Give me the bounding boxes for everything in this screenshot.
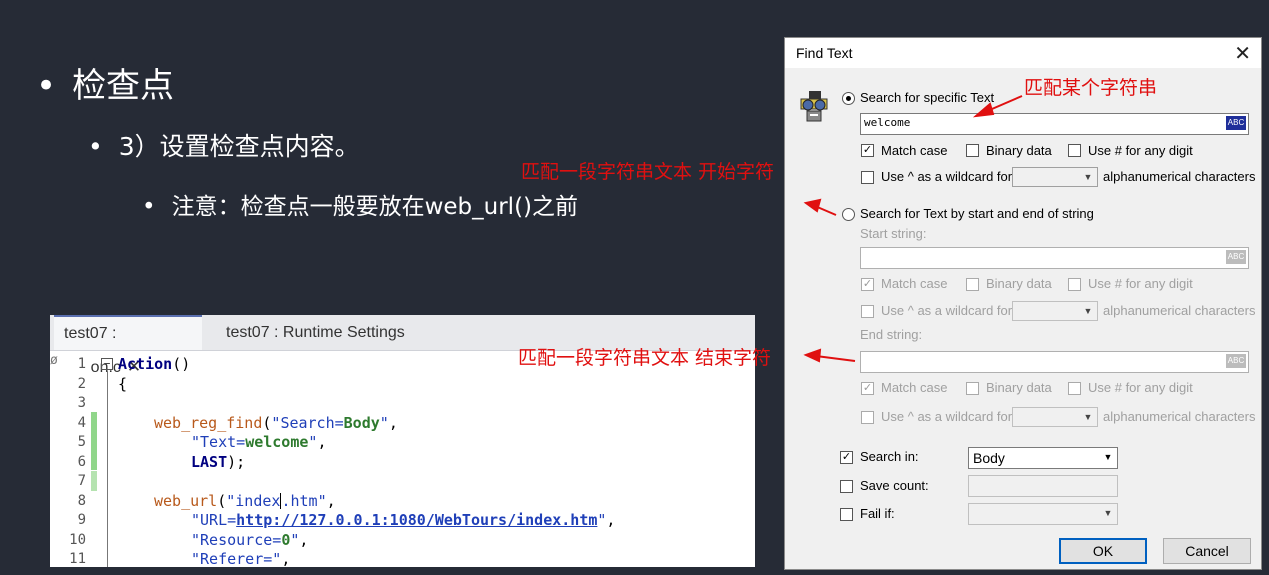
arrow-to-start-head bbox=[803, 198, 822, 213]
arrow-to-specific-head bbox=[972, 102, 995, 118]
annotation-arrows bbox=[803, 95, 1023, 363]
arrow-to-end-head bbox=[803, 348, 822, 363]
arrow-to-end-input bbox=[815, 355, 856, 362]
